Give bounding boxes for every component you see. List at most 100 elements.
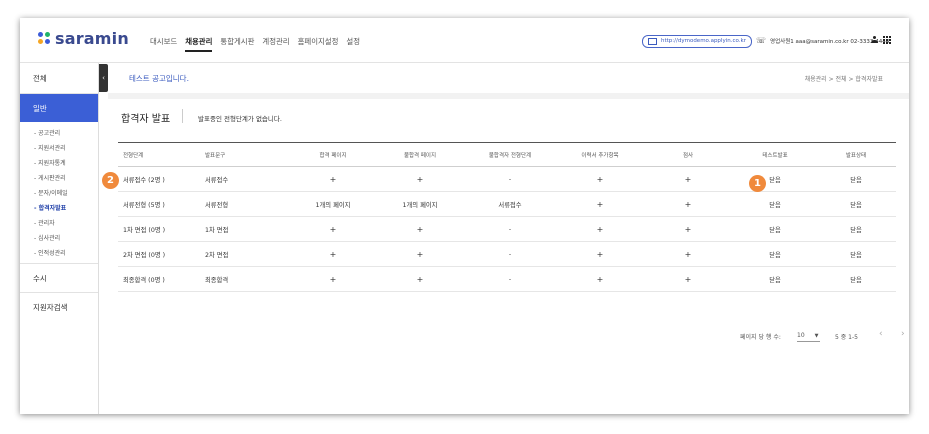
add-check-button[interactable]: +: [642, 266, 734, 292]
col-test-announce: 테스트발표: [734, 142, 816, 167]
apps-grid-icon[interactable]: [883, 36, 891, 44]
col-check: 점사: [642, 142, 734, 167]
test-announce-cell[interactable]: 닫음: [734, 241, 816, 267]
rows-per-page-value: 10: [797, 332, 805, 339]
sidebar-sub-sms-email[interactable]: - 문자/이메일: [34, 188, 68, 197]
homepage-url-button[interactable]: http://dymodemo.applyin.co.kr: [642, 35, 752, 48]
add-resume-item-button[interactable]: +: [558, 191, 642, 217]
add-check-button[interactable]: +: [642, 191, 734, 217]
contact-info: ☏ 영업사원1 aaa@saramin.co.kr 02-3333-4444: [756, 36, 889, 45]
prev-page-button[interactable]: ‹: [879, 329, 883, 339]
sidebar-item-applicant-search[interactable]: 지원자검색: [20, 293, 98, 321]
table-row: 서류전형 (5명 ) 서류전형 1개의 페이지 1개의 페이지 서류접수 + +…: [118, 191, 896, 217]
rows-per-page-select[interactable]: 10 ▼: [797, 332, 821, 342]
page-title: 합격자 발표: [121, 114, 171, 125]
status-cell: 닫음: [816, 191, 896, 217]
rows-per-page-label: 페이지 당 행 수:: [740, 334, 781, 341]
table-header-row: 전형단계 발표문구 합격 페이지 불합격 페이지 불합격자 전형단계 이력서 추…: [118, 142, 896, 167]
stage-link[interactable]: 서류전형 (5명 ): [118, 191, 200, 217]
nav-account[interactable]: 계정관리: [262, 36, 289, 52]
nav-homepage-settings[interactable]: 홈페이지설정: [298, 36, 339, 52]
notice-bar: 테스트 공고입니다. 채용관리 > 전체 > 합격자발표: [108, 63, 909, 93]
test-announce-cell[interactable]: 닫음: [734, 166, 816, 192]
add-check-button[interactable]: +: [642, 216, 734, 242]
sidebar-collapse-button[interactable]: ‹: [99, 64, 108, 92]
message-cell: 서류전형: [200, 191, 288, 217]
add-check-button[interactable]: +: [642, 166, 734, 192]
add-resume-item-button[interactable]: +: [558, 216, 642, 242]
test-announce-cell[interactable]: 닫음: [734, 266, 816, 292]
notice-text: 테스트 공고입니다.: [129, 74, 189, 83]
col-stage: 전형단계: [118, 142, 200, 167]
sidebar-sub-review[interactable]: - 심사관리: [34, 233, 60, 242]
stage-link[interactable]: 1차 면접 (0명 ): [118, 216, 200, 242]
saramin-logo[interactable]: saramin: [38, 29, 129, 48]
fail-page-link[interactable]: 1개의 페이지: [378, 191, 462, 217]
test-announce-cell[interactable]: 닫음: [734, 216, 816, 242]
add-fail-page-button[interactable]: +: [378, 166, 462, 192]
add-pass-page-button[interactable]: +: [288, 241, 378, 267]
col-fail-page: 불합격 페이지: [378, 142, 462, 167]
stage-link[interactable]: 2차 면접 (0명 ): [118, 241, 200, 267]
main-content: 테스트 공고입니다. 채용관리 > 전체 > 합격자발표 합격자 발표 발표중인…: [108, 63, 909, 414]
app-window: saramin 대시보드 채용관리 통합게시판 계정관리 홈페이지설정 설정 h…: [20, 18, 909, 414]
dropdown-arrow-icon: ▼: [814, 333, 819, 339]
add-pass-page-button[interactable]: +: [288, 216, 378, 242]
top-bar: saramin 대시보드 채용관리 통합게시판 계정관리 홈페이지설정 설정 h…: [20, 18, 909, 63]
sidebar-sub-stats[interactable]: - 지원자통계: [34, 158, 66, 167]
sidebar-item-general[interactable]: 일반: [20, 94, 98, 122]
sidebar-sub-admin[interactable]: - 관리자: [34, 218, 55, 227]
add-pass-page-button[interactable]: +: [288, 266, 378, 292]
sidebar-item-occasional[interactable]: 수시: [20, 264, 98, 292]
message-cell: 1차 면접: [200, 216, 288, 242]
stage-link[interactable]: 서류접수 (2명 ): [118, 166, 200, 192]
nav-recruitment[interactable]: 채용관리: [185, 36, 213, 52]
fail-stage-cell: -: [462, 241, 558, 267]
status-cell: 닫음: [816, 266, 896, 292]
table-row: 2차 면접 (0명 ) 2차 면접 + + - + + 닫음 닫음: [118, 241, 896, 267]
message-cell: 2차 면접: [200, 241, 288, 267]
fail-stage-cell: -: [462, 166, 558, 192]
sidebar-sub-announce[interactable]: - 합격자발표: [34, 203, 66, 212]
add-resume-item-button[interactable]: +: [558, 166, 642, 192]
fail-stage-cell: -: [462, 266, 558, 292]
nav-settings[interactable]: 설정: [346, 36, 360, 52]
sidebar-sub-boards[interactable]: - 게시판관리: [34, 173, 66, 182]
add-fail-page-button[interactable]: +: [378, 241, 462, 267]
announce-panel: 합격자 발표 발표중인 전형단계가 없습니다. 전형단계 발표문구 합격 페이지…: [108, 99, 909, 414]
stage-link[interactable]: 최종합격 (0명 ): [118, 266, 200, 292]
col-message: 발표문구: [200, 142, 288, 167]
add-resume-item-button[interactable]: +: [558, 241, 642, 267]
add-fail-page-button[interactable]: +: [378, 266, 462, 292]
table-row: 서류접수 (2명 ) 서류접수 + + - + + 닫음 닫음: [118, 166, 896, 192]
test-announce-cell[interactable]: 닫음: [734, 191, 816, 217]
add-resume-item-button[interactable]: +: [558, 266, 642, 292]
status-cell: 닫음: [816, 166, 896, 192]
user-icon[interactable]: [871, 36, 878, 44]
main-nav: 대시보드 채용관리 통합게시판 계정관리 홈페이지설정 설정: [150, 36, 368, 52]
sidebar-sub-aptitude[interactable]: - 인적성관리: [34, 248, 66, 257]
col-resume-items: 이력서 추가항목: [558, 142, 642, 167]
sidebar-sub-applications[interactable]: - 지원서관리: [34, 143, 66, 152]
fail-stage-cell: -: [462, 216, 558, 242]
fail-stage-cell: 서류접수: [462, 191, 558, 217]
callout-badge-2: 2: [102, 172, 119, 189]
page-description: 발표중인 전형단계가 없습니다.: [198, 115, 282, 123]
breadcrumb: 채용관리 > 전체 > 합격자발표: [804, 76, 883, 83]
next-page-button[interactable]: ›: [901, 329, 905, 339]
page-range: 5 중 1-5: [835, 334, 858, 341]
add-fail-page-button[interactable]: +: [378, 216, 462, 242]
add-pass-page-button[interactable]: +: [288, 166, 378, 192]
add-check-button[interactable]: +: [642, 241, 734, 267]
logo-dots-icon: [38, 32, 51, 45]
table-row: 최종합격 (0명 ) 최종합격 + + - + + 닫음 닫음: [118, 266, 896, 292]
logo-text: saramin: [55, 29, 129, 48]
nav-board[interactable]: 통합게시판: [220, 36, 254, 52]
pass-page-link[interactable]: 1개의 페이지: [288, 191, 378, 217]
sidebar-sub-job-posts[interactable]: - 공고관리: [34, 128, 60, 137]
nav-dashboard[interactable]: 대시보드: [150, 36, 177, 52]
col-fail-stage: 불합격자 전형단계: [462, 142, 558, 167]
sidebar-item-all[interactable]: 전체: [20, 63, 98, 93]
stage-table: 전형단계 발표문구 합격 페이지 불합격 페이지 불합격자 전형단계 이력서 추…: [118, 142, 896, 292]
message-cell: 서류접수: [200, 166, 288, 192]
